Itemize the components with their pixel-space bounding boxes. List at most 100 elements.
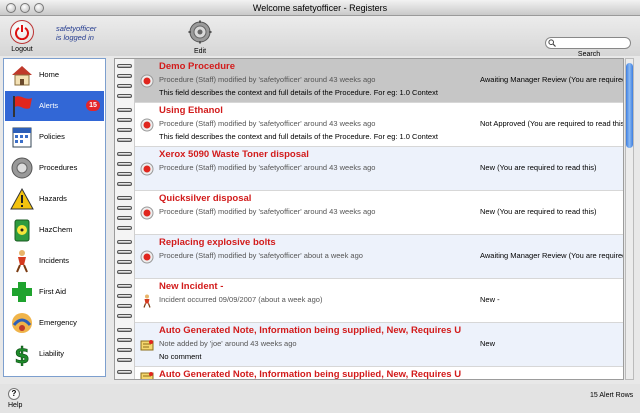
sidebar-item-incidents[interactable]: Incidents: [5, 246, 104, 276]
alert-status: Not Approved (You are required to read t…: [480, 119, 623, 128]
alert-title: Replacing explosive bolts: [159, 237, 276, 248]
logout-button[interactable]: Logout: [8, 20, 36, 53]
red-dot-icon: [140, 162, 154, 176]
alert-status: Awaiting Manager Review (You are require…: [480, 251, 623, 260]
spiral-binding: [115, 59, 135, 379]
binding-ring: [117, 94, 132, 98]
binding-ring: [117, 196, 132, 200]
row-count: 15 Alert Rows: [590, 392, 634, 399]
binding-ring: [117, 182, 132, 186]
scrollbar-thumb[interactable]: [626, 63, 633, 148]
question-icon: ?: [8, 388, 20, 400]
alert-row[interactable]: Auto Generated Note, Information being s…: [135, 367, 623, 380]
alert-title: Auto Generated Note, Information being s…: [159, 325, 462, 336]
toolbar: Logout safetyofficer is logged in Edit S…: [0, 16, 640, 58]
binding-ring: [117, 74, 132, 78]
red-dot-icon: [140, 118, 154, 132]
red-dot-icon: [140, 250, 154, 264]
person-icon: [16, 250, 28, 273]
alert-title: Using Ethanol: [159, 105, 223, 116]
calendar-icon: [12, 127, 32, 148]
alert-row[interactable]: Quicksilver disposal Procedure (Staff) m…: [135, 191, 623, 235]
sidebar-item-label: Procedures: [39, 163, 78, 172]
binding-ring: [117, 358, 132, 362]
alert-meta: Procedure (Staff) modified by 'safetyoff…: [159, 163, 376, 172]
binding-ring: [117, 172, 132, 176]
alert-title: Quicksilver disposal: [159, 193, 252, 204]
binding-ring: [117, 338, 132, 342]
gear-icon: [188, 20, 212, 44]
alert-description: This field describes the context and ful…: [159, 88, 438, 97]
red-dot-icon: [140, 206, 154, 220]
sidebar-item-hazchem[interactable]: HazChem: [5, 215, 104, 245]
logout-label: Logout: [11, 46, 33, 53]
alerts-list[interactable]: Demo Procedure Procedure (Staff) modifie…: [114, 58, 624, 380]
search-group: Search: [545, 37, 633, 58]
alert-status: Awaiting Manager Review (You are require…: [480, 75, 623, 84]
sidebar-item-hazards[interactable]: Hazards: [5, 184, 104, 214]
close-window-button[interactable]: [6, 3, 16, 13]
home-icon: [12, 66, 32, 86]
alert-count-badge: 15: [86, 100, 100, 111]
binding-ring: [117, 118, 132, 122]
sidebar-item-liability[interactable]: $ Liability: [5, 339, 104, 369]
binding-ring: [117, 138, 132, 142]
help-button[interactable]: ? Help: [8, 388, 22, 409]
emergency-icon: [12, 313, 32, 333]
sidebar-item-label: Liability: [39, 349, 65, 358]
sidebar-item-label: HazChem: [39, 225, 73, 234]
alert-description: No comment: [159, 352, 202, 361]
sidebar-item-policies[interactable]: Policies: [5, 122, 104, 152]
binding-ring: [117, 294, 132, 298]
sidebar-item-label: Incidents: [39, 256, 70, 265]
binding-ring: [117, 284, 132, 288]
gear-icon: [11, 157, 33, 179]
sidebar-item-first-aid[interactable]: First Aid: [5, 277, 104, 307]
search-input[interactable]: [558, 38, 628, 48]
incident-person-icon: [143, 294, 151, 308]
note-icon: [140, 372, 154, 379]
binding-ring: [117, 370, 132, 374]
binding-ring: [117, 152, 132, 156]
alert-meta: Note added by 'joe' around 43 weeks ago: [159, 339, 297, 348]
sidebar: Home Alerts 15 Policies Procedures Hazar…: [3, 58, 106, 377]
sidebar-item-label: Alerts: [39, 101, 59, 110]
sidebar-item-alerts[interactable]: Alerts 15: [5, 91, 104, 121]
svg-text:$: $: [14, 344, 29, 366]
zoom-window-button[interactable]: [34, 3, 44, 13]
sidebar-item-label: Hazards: [39, 194, 67, 203]
sidebar-item-procedures[interactable]: Procedures: [5, 153, 104, 183]
sidebar-item-label: Home: [39, 70, 60, 79]
dollar-icon: $: [14, 344, 30, 366]
alert-title: Auto Generated Note, Information being s…: [159, 369, 462, 380]
search-label: Search: [577, 51, 601, 58]
edit-label: Edit: [193, 48, 207, 55]
binding-ring: [117, 226, 132, 230]
binding-ring: [117, 216, 132, 220]
binding-ring: [117, 270, 132, 274]
sidebar-item-emergency[interactable]: Emergency: [5, 308, 104, 338]
binding-ring: [117, 128, 132, 132]
sidebar-item-label: First Aid: [39, 287, 67, 296]
alert-status: New (You are required to read this): [480, 207, 597, 216]
search-box: [545, 37, 631, 49]
alert-status: New: [480, 339, 496, 348]
alert-row[interactable]: Demo Procedure Procedure (Staff) modifie…: [135, 59, 623, 103]
alert-row[interactable]: Using Ethanol Procedure (Staff) modified…: [135, 103, 623, 147]
alert-meta: Procedure (Staff) modified by 'safetyoff…: [159, 251, 363, 260]
binding-ring: [117, 206, 132, 210]
alert-row[interactable]: Replacing explosive bolts Procedure (Sta…: [135, 235, 623, 279]
edit-button[interactable]: Edit: [186, 20, 214, 55]
alert-row[interactable]: New Incident - Incident occurred 09/09/2…: [135, 279, 623, 323]
alert-meta: Procedure (Staff) modified by 'safetyoff…: [159, 207, 376, 216]
alert-title: Xerox 5090 Waste Toner disposal: [159, 149, 309, 160]
logged-in-user: safetyofficer: [56, 24, 97, 33]
binding-ring: [117, 304, 132, 308]
alert-row[interactable]: Xerox 5090 Waste Toner disposal Procedur…: [135, 147, 623, 191]
minimize-window-button[interactable]: [20, 3, 30, 13]
sidebar-item-home[interactable]: Home: [5, 60, 104, 90]
alert-row[interactable]: Auto Generated Note, Information being s…: [135, 323, 623, 367]
radiation-icon: [14, 219, 30, 242]
vertical-scrollbar[interactable]: [625, 58, 634, 380]
binding-ring: [117, 108, 132, 112]
